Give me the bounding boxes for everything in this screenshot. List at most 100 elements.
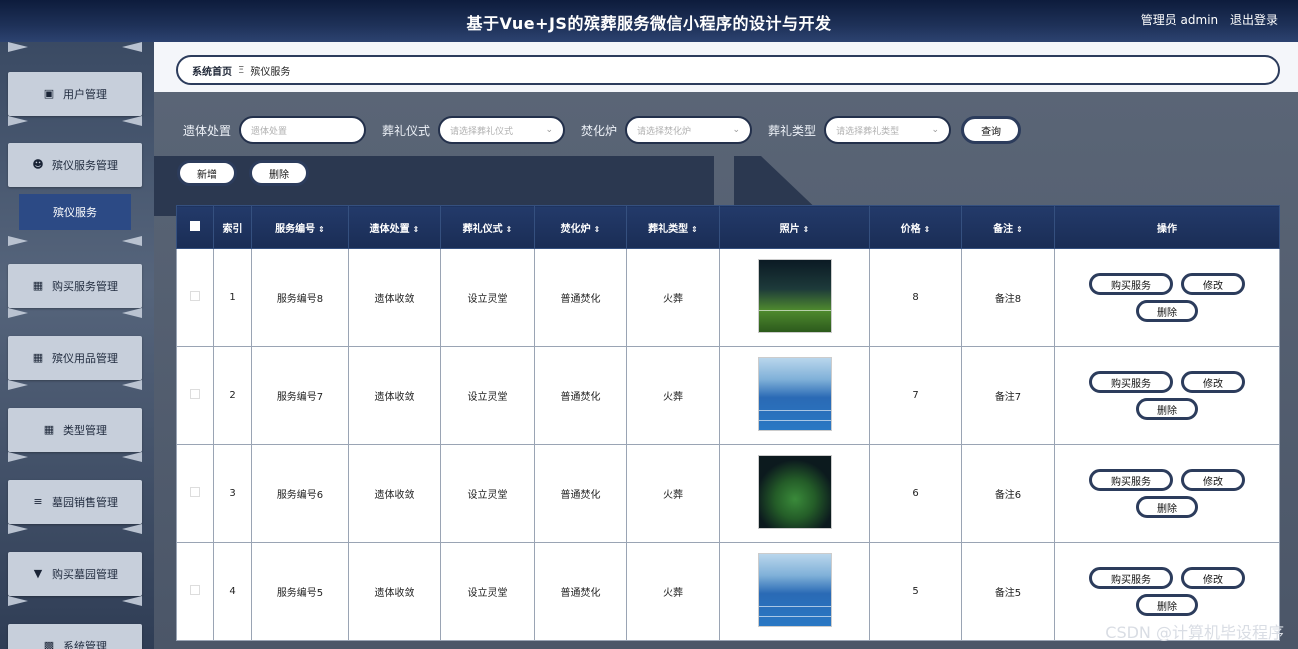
column-header[interactable]: 葬礼仪式 ⇕ bbox=[440, 205, 535, 249]
cell-index: 2 bbox=[213, 346, 252, 445]
select-all-header[interactable] bbox=[176, 205, 214, 249]
buy-service-button[interactable]: 购买服务 bbox=[1089, 371, 1173, 393]
disposal-input-placeholder: 遗体处置 bbox=[251, 126, 288, 137]
edit-button[interactable]: 修改 bbox=[1181, 567, 1245, 589]
app-title: 基于Vue+JS的殡葬服务微信小程序的设计与开发 bbox=[466, 14, 832, 33]
delete-button[interactable]: 删除 bbox=[1136, 300, 1198, 322]
row-select[interactable] bbox=[176, 542, 214, 641]
logout-link[interactable]: 退出登录 bbox=[1230, 13, 1278, 27]
cell-furnace: 普通焚化 bbox=[534, 542, 627, 641]
buy-service-button[interactable]: 购买服务 bbox=[1089, 567, 1173, 589]
row-checkbox[interactable] bbox=[190, 487, 200, 497]
user-icon: ☻ bbox=[32, 158, 44, 171]
watermark: CSDN @计算机毕设程序 bbox=[1105, 623, 1284, 642]
row-select[interactable] bbox=[176, 444, 214, 543]
row-checkbox[interactable] bbox=[190, 291, 200, 301]
briefcase-icon: ▣ bbox=[43, 87, 55, 100]
sidebar-item-label: 购买服务管理 bbox=[52, 280, 118, 293]
edit-button[interactable]: 修改 bbox=[1181, 469, 1245, 491]
column-header[interactable]: 遗体处置 ⇕ bbox=[348, 205, 441, 249]
cell-type: 火葬 bbox=[626, 542, 720, 641]
sidebar-item-purchase-service-management[interactable]: ▦ 购买服务管理 bbox=[8, 264, 142, 308]
sidebar-item-user-management[interactable]: ▣ 用户管理 bbox=[8, 72, 142, 116]
select-all-checkbox[interactable] bbox=[190, 220, 200, 231]
tab-decoration bbox=[8, 452, 142, 462]
cell-code: 服务编号8 bbox=[251, 248, 349, 347]
column-header[interactable]: 葬礼类型 ⇕ bbox=[626, 205, 720, 249]
sort-icon: ⇕ bbox=[1016, 224, 1023, 234]
cell-type: 火葬 bbox=[626, 346, 720, 445]
main-content: 遗体处置 遗体处置 葬礼仪式 请选择葬礼仪式 ⌄ 焚化炉 请选择焚化炉 ⌄ 葬礼… bbox=[154, 92, 1298, 649]
cell-ceremony: 设立灵堂 bbox=[440, 542, 535, 641]
sidebar-item-purchase-cemetery-management[interactable]: ▼ 购买墓园管理 bbox=[8, 552, 142, 596]
cell-furnace: 普通焚化 bbox=[534, 248, 627, 347]
sidebar-item-label: 类型管理 bbox=[63, 424, 107, 437]
chevron-down-icon: ⌄ bbox=[545, 125, 554, 135]
cell-ceremony: 设立灵堂 bbox=[440, 248, 535, 347]
edit-button[interactable]: 修改 bbox=[1181, 273, 1245, 295]
night-stadium-photo[interactable] bbox=[757, 259, 832, 333]
column-header[interactable]: 备注 ⇕ bbox=[961, 205, 1055, 249]
cell-price: 8 bbox=[869, 248, 962, 347]
cell-ceremony: 设立灵堂 bbox=[440, 444, 535, 543]
bulk-delete-button[interactable]: 删除 bbox=[249, 160, 309, 186]
cell-index: 3 bbox=[213, 444, 252, 543]
delete-button[interactable]: 删除 bbox=[1136, 594, 1198, 616]
dark-stadium-photo[interactable] bbox=[757, 455, 832, 529]
cell-note: 备注7 bbox=[961, 346, 1055, 445]
sort-icon: ⇕ bbox=[593, 224, 601, 234]
ceremony-select-placeholder: 请选择葬礼仪式 bbox=[450, 126, 514, 137]
sidebar-item-funeral-supplies-management[interactable]: ▦ 殡仪用品管理 bbox=[8, 336, 142, 380]
sidebar-item-cemetery-sales-management[interactable]: ≡ 墓园销售管理 bbox=[8, 480, 142, 524]
breadcrumb-home[interactable]: 系统首页 bbox=[192, 63, 232, 78]
buy-service-button[interactable]: 购买服务 bbox=[1089, 469, 1173, 491]
column-header[interactable]: 服务编号 ⇕ bbox=[251, 205, 349, 249]
sort-icon: ⇕ bbox=[318, 224, 325, 234]
delete-button[interactable]: 删除 bbox=[1136, 496, 1198, 518]
breadcrumb-current: 殡仪服务 bbox=[250, 66, 291, 78]
column-header[interactable]: 价格 ⇕ bbox=[869, 205, 962, 249]
tab-decoration bbox=[8, 42, 142, 52]
add-button[interactable]: 新增 bbox=[177, 160, 237, 186]
sort-icon: ⇕ bbox=[802, 224, 810, 234]
table-row: 1 服务编号8 遗体收敛 设立灵堂 普通焚化 火葬 8 备注8 购买服务 修改 … bbox=[176, 248, 1280, 347]
sidebar-item-type-management[interactable]: ▦ 类型管理 bbox=[8, 408, 142, 452]
column-header: 操作 bbox=[1054, 205, 1280, 249]
edit-button[interactable]: 修改 bbox=[1181, 371, 1245, 393]
filter-label-funeral-type: 葬礼类型 bbox=[768, 123, 817, 138]
column-header[interactable]: 焚化炉 ⇕ bbox=[534, 205, 627, 249]
disposal-input[interactable]: 遗体处置 bbox=[239, 116, 367, 144]
furnace-select[interactable]: 请选择焚化炉 ⌄ bbox=[625, 116, 753, 144]
cell-disposal: 遗体收敛 bbox=[348, 542, 441, 641]
blue-court-photo[interactable] bbox=[757, 357, 832, 431]
sliders-icon: ≡ bbox=[33, 495, 43, 508]
cell-furnace: 普通焚化 bbox=[534, 444, 627, 543]
row-select[interactable] bbox=[176, 248, 214, 347]
cell-disposal: 遗体收敛 bbox=[348, 346, 441, 445]
sidebar-item-label: 殡仪用品管理 bbox=[52, 352, 118, 365]
cell-disposal: 遗体收敛 bbox=[348, 444, 441, 543]
column-header[interactable]: 照片 ⇕ bbox=[719, 205, 870, 249]
column-header: 索引 bbox=[213, 205, 252, 249]
tab-decoration bbox=[8, 524, 142, 534]
row-select[interactable] bbox=[176, 346, 214, 445]
blue-court-photo[interactable] bbox=[757, 553, 832, 627]
delete-button[interactable]: 删除 bbox=[1136, 398, 1198, 420]
query-button[interactable]: 查询 bbox=[961, 116, 1022, 144]
ceremony-select[interactable]: 请选择葬礼仪式 ⌄ bbox=[438, 116, 566, 144]
buy-service-button[interactable]: 购买服务 bbox=[1089, 273, 1173, 295]
row-checkbox[interactable] bbox=[190, 585, 200, 595]
chart-icon: ▦ bbox=[32, 279, 44, 292]
sidebar-item-system-management[interactable]: ▩ 系统管理 bbox=[8, 624, 142, 649]
cell-note: 备注6 bbox=[961, 444, 1055, 543]
sidebar-item-label: 系统管理 bbox=[63, 640, 107, 649]
sidebar-subitem-funeral-service[interactable]: 殡仪服务 bbox=[19, 194, 131, 230]
sort-icon: ⇕ bbox=[505, 224, 513, 234]
funeral-type-select[interactable]: 请选择葬礼类型 ⌄ bbox=[824, 116, 952, 144]
sidebar-item-funeral-service-management[interactable]: ☻ 殡仪服务管理 bbox=[8, 143, 142, 187]
cell-photo bbox=[719, 346, 870, 445]
breadcrumb: 系统首页 Ξ 殡仪服务 bbox=[176, 55, 1280, 85]
row-checkbox[interactable] bbox=[190, 389, 200, 399]
tab-decoration bbox=[8, 236, 142, 246]
data-table: 索引 服务编号 ⇕ 遗体处置 ⇕ 葬礼仪式 ⇕ 焚化炉 ⇕ 葬礼类型 ⇕ 照片 ⇕ 价格 ⇕ … bbox=[176, 205, 1280, 641]
